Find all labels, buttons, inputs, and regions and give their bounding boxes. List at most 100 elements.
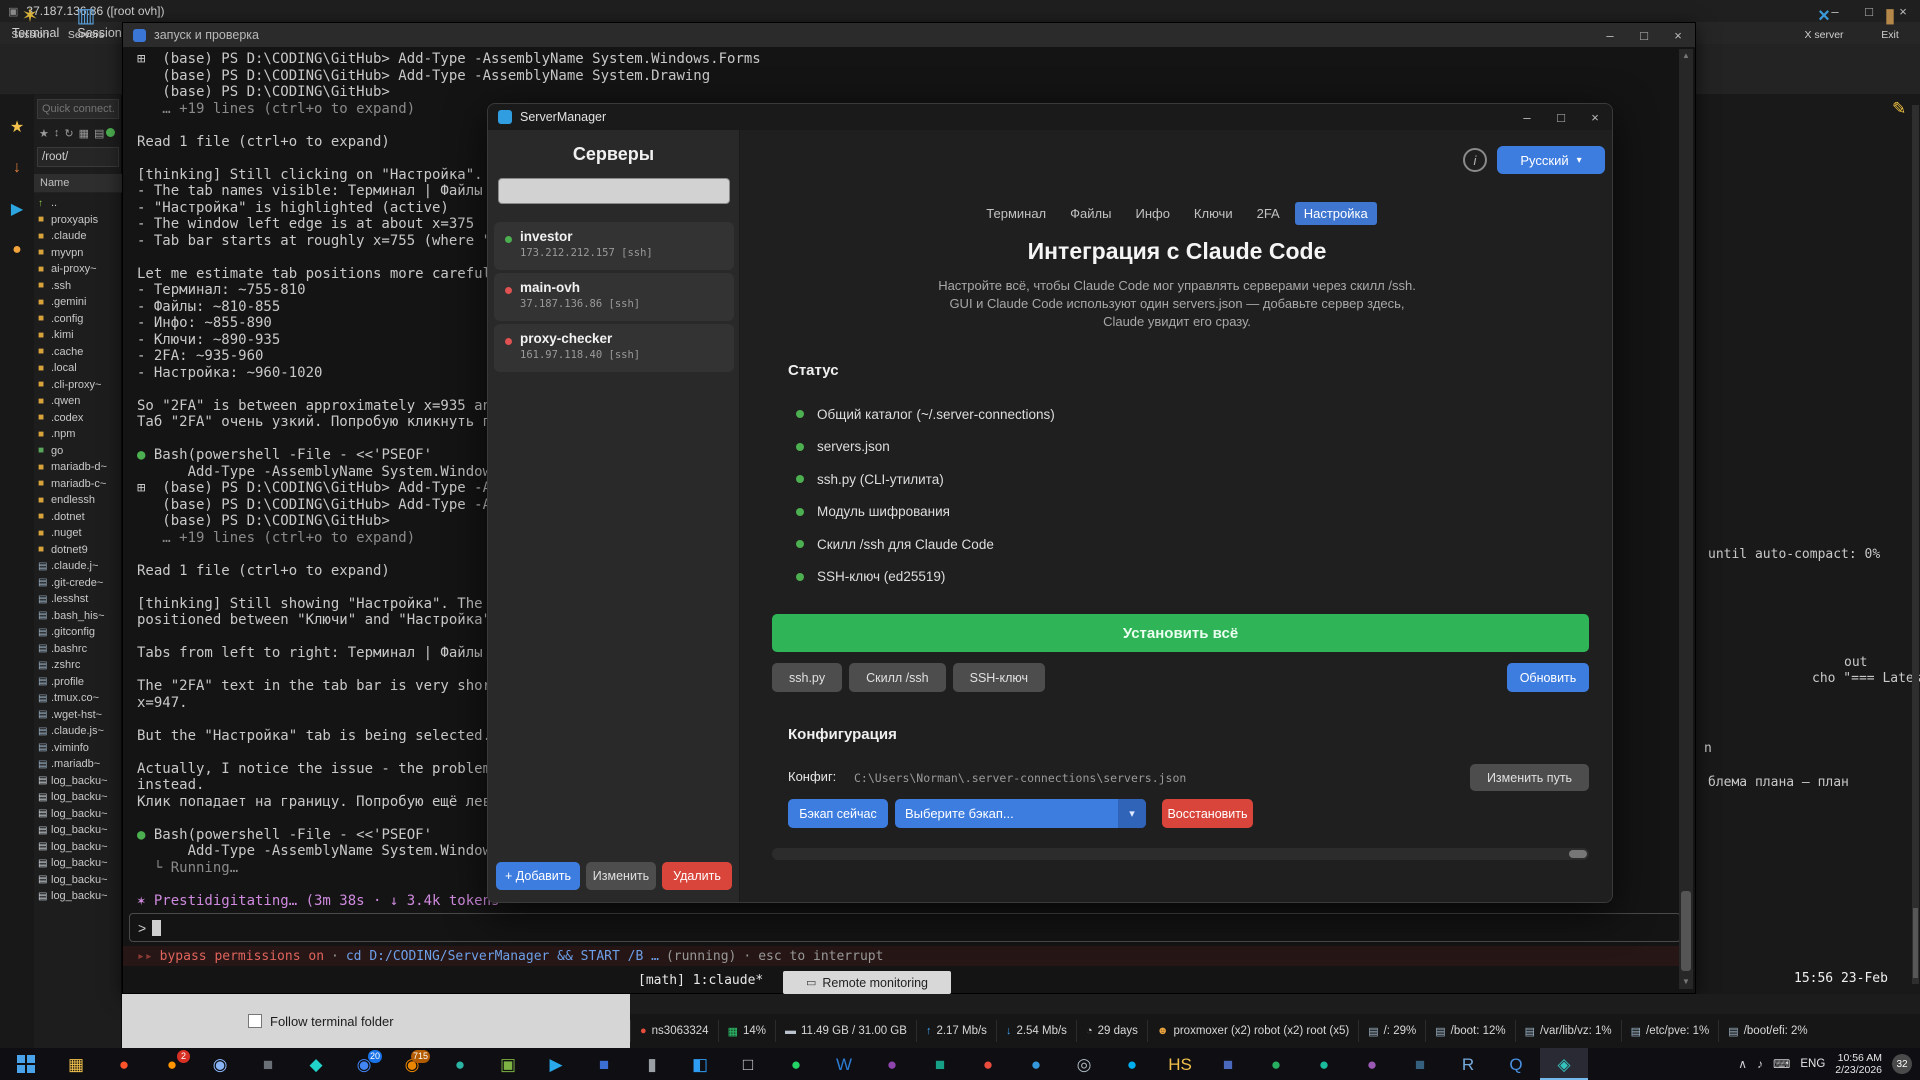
session-button[interactable]: ✶ Session [2, 3, 58, 48]
tab-item[interactable]: Инфо [1126, 202, 1178, 225]
language-select[interactable]: Русский ▾ [1497, 146, 1605, 174]
remote-monitoring-button[interactable]: ▭ Remote monitoring [783, 971, 951, 994]
restore-button[interactable]: Восстановить [1162, 799, 1253, 828]
file-tree-item[interactable]: ▤ .mariadb~ [34, 756, 122, 773]
file-tree-item[interactable]: ▤ .git-crede~ [34, 575, 122, 592]
tab-item[interactable]: Файлы [1061, 202, 1120, 225]
file-tree-item[interactable]: ■ .gemini [34, 294, 122, 311]
file-tree-item[interactable]: ▤ .lesshst [34, 591, 122, 608]
scrollbar-thumb[interactable] [1569, 850, 1587, 858]
server-search-input[interactable] [498, 178, 730, 204]
file-tree-item[interactable]: ■ mariadb-c~ [34, 476, 122, 493]
taskbar-app-button[interactable]: ● [1300, 1048, 1348, 1080]
taskbar-app-button[interactable]: ● [868, 1048, 916, 1080]
keyboard-icon[interactable]: ⌨ [1773, 1057, 1790, 1071]
taskbar-app-button[interactable]: ● [1348, 1048, 1396, 1080]
taskbar-app-button[interactable]: ▣ [484, 1048, 532, 1080]
component-button[interactable]: Скилл /ssh [849, 663, 945, 692]
file-tree-item[interactable]: ▤ log_backu~ [34, 789, 122, 806]
file-tree-item[interactable]: ■ .nuget [34, 525, 122, 542]
file-tree-item[interactable]: ■ .claude [34, 228, 122, 245]
edit-server-button[interactable]: Изменить [586, 862, 656, 890]
taskbar-app-button[interactable]: ▦ [52, 1048, 100, 1080]
strip-icon[interactable]: ★ [0, 117, 34, 137]
file-tree-item[interactable]: ■ .cache [34, 344, 122, 361]
sidebar-tool-icon[interactable]: ★ [39, 127, 49, 140]
taskbar-app-button[interactable]: ● [1252, 1048, 1300, 1080]
install-all-button[interactable]: Установить всё [772, 614, 1589, 652]
taskbar-app-button[interactable]: ◎ [1060, 1048, 1108, 1080]
file-tree-item[interactable]: ■ .kimi [34, 327, 122, 344]
volume-icon[interactable]: ♪ [1757, 1057, 1763, 1071]
taskbar-app-button[interactable]: ◧ [676, 1048, 724, 1080]
taskbar-app-button[interactable]: ■ [1396, 1048, 1444, 1080]
maximize-icon[interactable]: □ [1544, 110, 1578, 125]
taskbar-app-button[interactable]: HS [1156, 1048, 1204, 1080]
file-tree-item[interactable]: ▤ log_backu~ [34, 806, 122, 823]
backup-select-dropdown[interactable]: Выберите бэкап... ▾ [895, 799, 1146, 828]
taskbar-app-button[interactable]: ◆ [292, 1048, 340, 1080]
refresh-button[interactable]: Обновить [1507, 663, 1589, 692]
taskbar-app-button[interactable]: ▶ [532, 1048, 580, 1080]
server-list-item[interactable]: main-ovh 37.187.136.86 [ssh] [494, 273, 734, 321]
file-tree-item[interactable]: ▤ .claude.j~ [34, 558, 122, 575]
file-tree-item[interactable]: ▤ log_backu~ [34, 773, 122, 790]
delete-server-button[interactable]: Удалить [662, 862, 732, 890]
file-tree-item[interactable]: ▤ .tmux.co~ [34, 690, 122, 707]
servers-button[interactable]: ▥ Servers [58, 3, 114, 48]
taskbar-app-button[interactable]: ● [1108, 1048, 1156, 1080]
taskbar-app-button[interactable]: ◉ [196, 1048, 244, 1080]
add-server-button[interactable]: + Добавить [496, 862, 580, 890]
component-button[interactable]: ssh.py [772, 663, 842, 692]
file-tree-item[interactable]: ■ .config [34, 311, 122, 328]
close-icon[interactable]: × [1578, 110, 1612, 125]
scroll-up-icon[interactable]: ▲ [1679, 49, 1693, 63]
taskbar-app-button[interactable]: □ [724, 1048, 772, 1080]
pencil-icon[interactable]: ✎ [1892, 99, 1906, 119]
taskbar-app-button[interactable]: ■ [244, 1048, 292, 1080]
file-tree-item[interactable]: ■ .cli-proxy~ [34, 377, 122, 394]
exit-button[interactable]: ▮ Exit [1862, 3, 1918, 48]
permissions-mode[interactable]: bypass permissions on [160, 949, 324, 964]
file-tree-item[interactable]: ■ ai-proxy~ [34, 261, 122, 278]
file-tree-item[interactable]: ▤ .bash_his~ [34, 608, 122, 625]
file-tree-item[interactable]: ■ go [34, 443, 122, 460]
file-tree-item[interactable]: ▤ .claude.js~ [34, 723, 122, 740]
file-tree-item[interactable]: ▤ log_backu~ [34, 888, 122, 905]
strip-icon[interactable]: ▶ [0, 199, 34, 219]
taskbar-app-button[interactable]: ● 2 [148, 1048, 196, 1080]
file-tree-item[interactable]: ▤ log_backu~ [34, 822, 122, 839]
close-icon[interactable]: × [1661, 28, 1695, 43]
background-scrollbar[interactable] [1912, 105, 1919, 984]
taskbar-app-button[interactable]: W [820, 1048, 868, 1080]
file-tree-item[interactable]: ■ .npm [34, 426, 122, 443]
x-server-button[interactable]: × X server [1796, 3, 1852, 48]
start-button[interactable] [0, 1048, 52, 1080]
scroll-down-icon[interactable]: ▼ [1679, 975, 1693, 989]
horizontal-scrollbar[interactable] [772, 848, 1589, 860]
servermanager-titlebar[interactable]: ServerManager – □ × [488, 104, 1612, 130]
file-tree-item[interactable]: ■ .qwen [34, 393, 122, 410]
backup-now-button[interactable]: Бэкап сейчас [788, 799, 888, 828]
server-list-item[interactable]: proxy-checker 161.97.118.40 [ssh] [494, 324, 734, 372]
taskbar-app-button[interactable]: ■ [1204, 1048, 1252, 1080]
minimize-icon[interactable]: – [1510, 110, 1544, 125]
file-tree-item[interactable]: ▤ log_backu~ [34, 855, 122, 872]
taskbar-app-button[interactable]: ● [1012, 1048, 1060, 1080]
taskbar-app-button[interactable]: ■ [916, 1048, 964, 1080]
strip-icon[interactable]: ↓ [0, 159, 34, 177]
taskbar-app-button[interactable]: ◉ 715 [388, 1048, 436, 1080]
info-icon[interactable]: i [1463, 148, 1487, 172]
taskbar-app-button[interactable]: ● [964, 1048, 1012, 1080]
file-tree-item[interactable]: ▤ .bashrc [34, 641, 122, 658]
taskbar-app-button[interactable]: ● [436, 1048, 484, 1080]
file-tree-item[interactable]: ■ .codex [34, 410, 122, 427]
remote-path-input[interactable] [37, 147, 119, 167]
tray-expand-icon[interactable]: ∧ [1738, 1057, 1747, 1071]
file-tree-item[interactable]: ▤ .zshrc [34, 657, 122, 674]
scrollbar-thumb[interactable] [1681, 891, 1691, 971]
file-tree-item[interactable]: ↑ .. [34, 195, 122, 212]
tab-item[interactable]: Настройка [1295, 202, 1377, 225]
file-tree-item[interactable]: ■ .ssh [34, 278, 122, 295]
tab-item[interactable]: Ключи [1185, 202, 1242, 225]
